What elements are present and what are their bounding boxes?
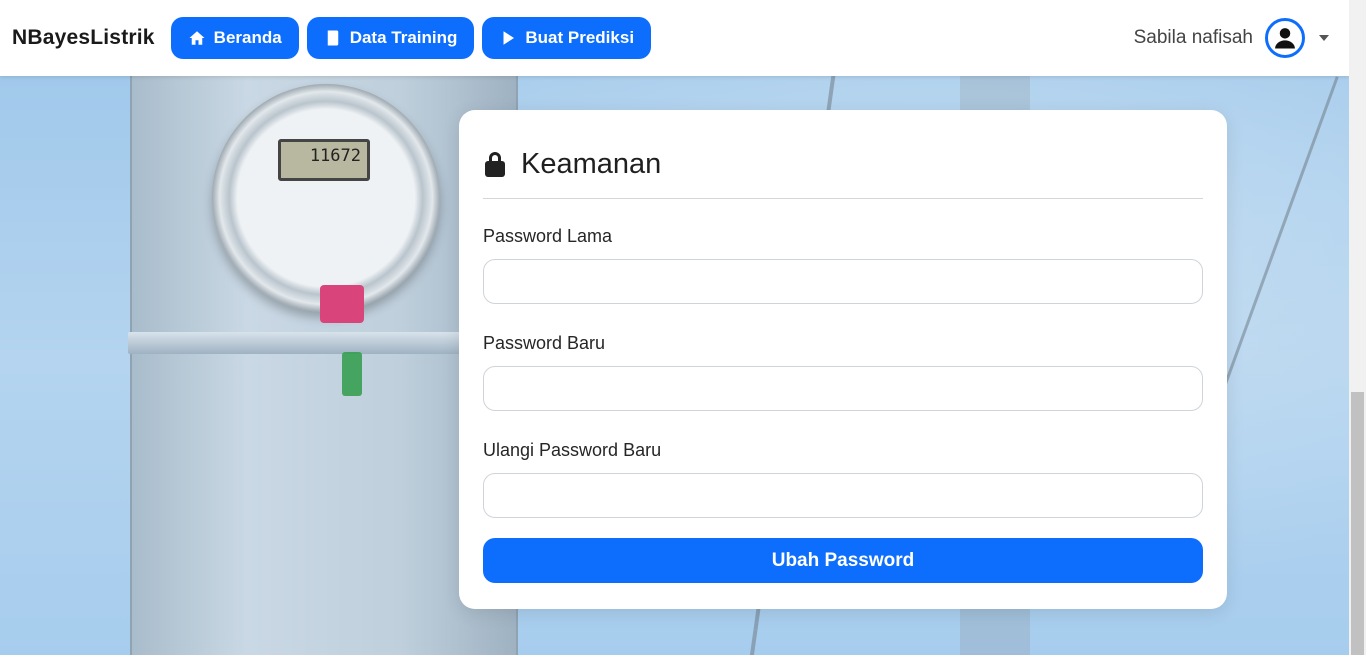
brand-logo[interactable]: NBayesListrik	[12, 26, 155, 50]
meter-tag	[342, 352, 362, 396]
avatar	[1265, 18, 1305, 58]
page-title: Keamanan	[521, 147, 662, 180]
new-password-group: Password Baru	[483, 333, 1203, 411]
card-header: Keamanan	[483, 110, 1203, 199]
book-icon	[327, 30, 338, 46]
home-icon	[189, 31, 205, 45]
nav-button-data-training[interactable]: Data Training	[306, 17, 475, 59]
new-password-label: Password Baru	[483, 333, 606, 353]
electric-meter: 11672	[212, 84, 440, 312]
nav-button-label: Beranda	[213, 28, 282, 47]
nav-button-label: Buat Prediksi	[525, 28, 635, 47]
play-icon	[503, 31, 515, 45]
change-password-button[interactable]: Ubah Password	[483, 538, 1203, 583]
lock-icon	[485, 152, 505, 177]
user-circle-icon	[1275, 28, 1295, 49]
meter-display: 11672	[278, 139, 370, 181]
nav-button-beranda[interactable]: Beranda	[170, 17, 299, 59]
security-card: Keamanan Password Lama Password Baru Ula…	[459, 110, 1227, 609]
old-password-field[interactable]	[483, 259, 1203, 304]
top-navbar: NBayesListrik Beranda Data Training Buat…	[0, 0, 1349, 76]
user-name: Sabila nafisah	[1133, 27, 1253, 48]
nav-button-buat-prediksi[interactable]: Buat Prediksi	[482, 17, 652, 59]
confirm-password-field[interactable]	[483, 473, 1203, 518]
old-password-label: Password Lama	[483, 226, 613, 246]
old-password-group: Password Lama	[483, 226, 1203, 304]
scrollbar-thumb[interactable]	[1351, 392, 1364, 655]
confirm-password-label: Ulangi Password Baru	[483, 440, 662, 460]
nav-button-label: Data Training	[349, 28, 458, 47]
user-menu-toggle[interactable]: Sabila nafisah	[1134, 0, 1329, 76]
confirm-password-group: Ulangi Password Baru	[483, 440, 1203, 518]
chevron-down-icon	[1319, 35, 1329, 41]
meter-seal	[320, 285, 364, 323]
new-password-field[interactable]	[483, 366, 1203, 411]
